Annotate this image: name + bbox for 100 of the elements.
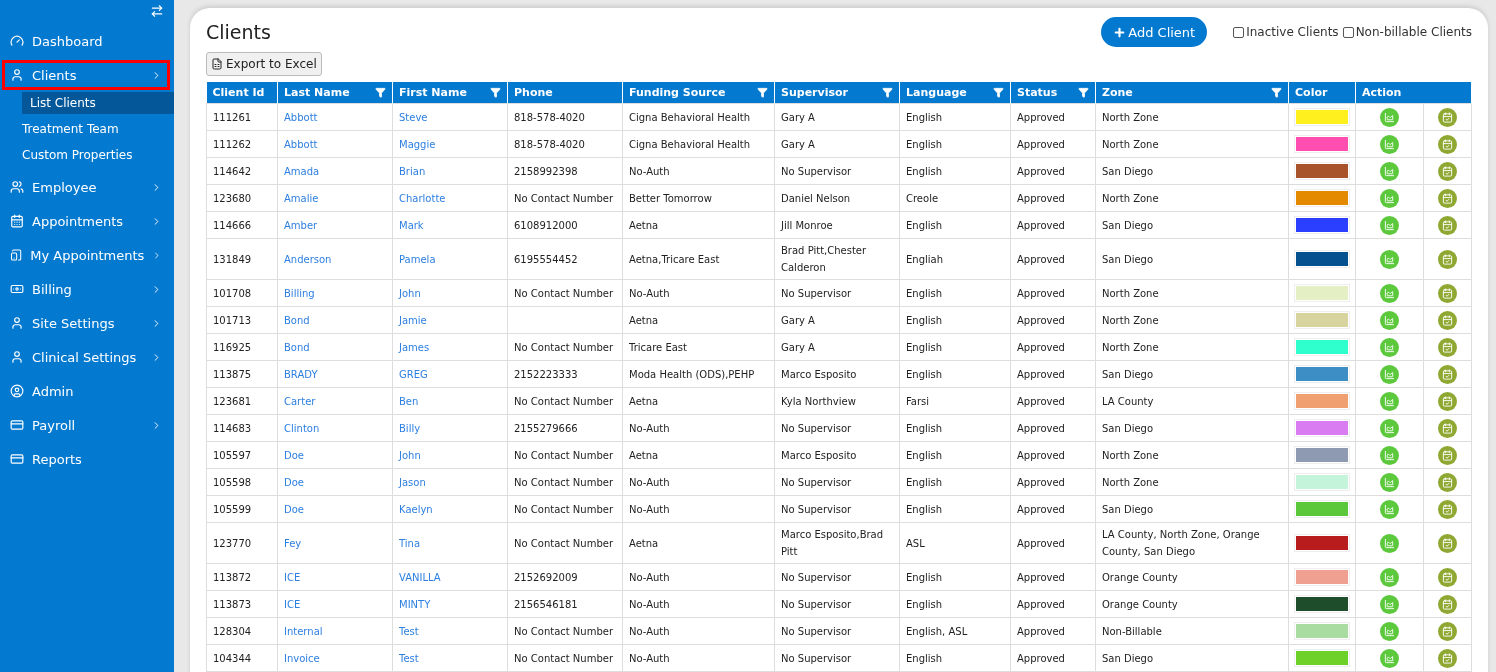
name-link[interactable]: Test <box>399 652 419 664</box>
name-link[interactable]: Ben <box>399 395 419 407</box>
sidebar-item[interactable]: Employee <box>2 172 170 202</box>
name-link[interactable]: Steve <box>399 111 428 123</box>
chart-icon[interactable] <box>1380 499 1399 519</box>
sidebar-item[interactable]: Clients <box>2 60 170 90</box>
calendar-check-icon[interactable] <box>1438 283 1457 303</box>
column-header[interactable]: Client Id <box>206 82 278 104</box>
column-header[interactable]: Supervisor <box>774 82 900 104</box>
calendar-check-icon[interactable] <box>1438 310 1457 330</box>
name-link[interactable]: Tina <box>399 537 421 549</box>
checkbox[interactable] <box>1342 26 1354 38</box>
name-link[interactable]: Brian <box>399 165 426 177</box>
calendar-check-icon[interactable] <box>1438 567 1457 587</box>
column-header[interactable]: Last Name <box>277 82 393 104</box>
chart-icon[interactable] <box>1380 472 1399 492</box>
filter-icon[interactable] <box>490 87 501 98</box>
sidebar-item[interactable]: Site Settings <box>2 308 170 338</box>
name-link[interactable]: Mark <box>399 219 424 231</box>
name-link[interactable]: Pamela <box>399 253 436 265</box>
name-link[interactable]: Billing <box>284 287 315 299</box>
chart-icon[interactable] <box>1380 283 1399 303</box>
chart-icon[interactable] <box>1380 418 1399 438</box>
calendar-check-icon[interactable] <box>1438 364 1457 384</box>
calendar-check-icon[interactable] <box>1438 107 1457 127</box>
chart-icon[interactable] <box>1380 337 1399 357</box>
calendar-check-icon[interactable] <box>1438 648 1457 668</box>
name-link[interactable]: Kaelyn <box>399 503 433 515</box>
chart-icon[interactable] <box>1380 594 1399 614</box>
name-link[interactable]: Jason <box>399 476 426 488</box>
submenu-item[interactable]: Treatment Team <box>22 118 174 140</box>
name-link[interactable]: Amada <box>284 165 320 177</box>
filter-icon[interactable] <box>375 87 386 98</box>
calendar-check-icon[interactable] <box>1438 594 1457 614</box>
name-link[interactable]: Carter <box>284 395 316 407</box>
sidebar-item[interactable]: My Appointments <box>2 240 170 270</box>
chart-icon[interactable] <box>1380 107 1399 127</box>
chart-icon[interactable] <box>1380 310 1399 330</box>
calendar-check-icon[interactable] <box>1438 533 1457 553</box>
submenu-item[interactable]: List Clients <box>22 92 174 114</box>
calendar-check-icon[interactable] <box>1438 445 1457 465</box>
chart-icon[interactable] <box>1380 188 1399 208</box>
chart-icon[interactable] <box>1380 391 1399 411</box>
chart-icon[interactable] <box>1380 648 1399 668</box>
export-button[interactable]: Export to Excel <box>206 52 322 76</box>
chart-icon[interactable] <box>1380 249 1399 269</box>
chart-icon[interactable] <box>1380 567 1399 587</box>
column-header[interactable]: Color <box>1288 82 1356 104</box>
calendar-check-icon[interactable] <box>1438 249 1457 269</box>
calendar-check-icon[interactable] <box>1438 472 1457 492</box>
calendar-check-icon[interactable] <box>1438 161 1457 181</box>
chart-icon[interactable] <box>1380 533 1399 553</box>
name-link[interactable]: Bond <box>284 341 310 353</box>
calendar-check-icon[interactable] <box>1438 337 1457 357</box>
sidebar-toggle-icon[interactable] <box>150 4 164 18</box>
sidebar-item[interactable]: Dashboard <box>2 26 170 56</box>
column-header[interactable]: Action <box>1355 82 1472 104</box>
column-header[interactable]: Phone <box>507 82 623 104</box>
column-header[interactable]: First Name <box>392 82 508 104</box>
filter-icon[interactable] <box>1271 87 1282 98</box>
checkbox[interactable] <box>1233 26 1245 38</box>
name-link[interactable]: VANILLA <box>399 571 441 583</box>
submenu-item[interactable]: Custom Properties <box>22 144 174 166</box>
name-link[interactable]: BRADY <box>284 368 318 380</box>
name-link[interactable]: Abbott <box>284 138 318 150</box>
name-link[interactable]: ICE <box>284 598 301 610</box>
filter-icon[interactable] <box>1078 87 1089 98</box>
name-link[interactable]: Charlotte <box>399 192 446 204</box>
name-link[interactable]: Invoice <box>284 652 320 664</box>
add-client-button[interactable]: Add Client <box>1101 17 1208 47</box>
chart-icon[interactable] <box>1380 134 1399 154</box>
chart-icon[interactable] <box>1380 445 1399 465</box>
filter-icon[interactable] <box>757 87 768 98</box>
calendar-check-icon[interactable] <box>1438 188 1457 208</box>
sidebar-item[interactable]: Billing <box>2 274 170 304</box>
chart-icon[interactable] <box>1380 215 1399 235</box>
name-link[interactable]: Maggie <box>399 138 436 150</box>
name-link[interactable]: Abbott <box>284 111 318 123</box>
name-link[interactable]: Doe <box>284 476 304 488</box>
name-link[interactable]: GREG <box>399 368 428 380</box>
calendar-check-icon[interactable] <box>1438 418 1457 438</box>
name-link[interactable]: Jamie <box>399 314 427 326</box>
name-link[interactable]: Amalie <box>284 192 319 204</box>
name-link[interactable]: Test <box>399 625 419 637</box>
sidebar-item[interactable]: Appointments <box>2 206 170 236</box>
name-link[interactable]: Amber <box>284 219 318 231</box>
calendar-check-icon[interactable] <box>1438 134 1457 154</box>
sidebar-item[interactable]: Payroll <box>2 410 170 440</box>
name-link[interactable]: Anderson <box>284 253 332 265</box>
name-link[interactable]: Internal <box>284 625 323 637</box>
name-link[interactable]: John <box>399 449 421 461</box>
name-link[interactable]: James <box>399 341 430 353</box>
name-link[interactable]: Doe <box>284 503 304 515</box>
name-link[interactable]: Bond <box>284 314 310 326</box>
filter-icon[interactable] <box>882 87 893 98</box>
chart-icon[interactable] <box>1380 364 1399 384</box>
sidebar-item[interactable]: Reports <box>2 444 170 474</box>
calendar-check-icon[interactable] <box>1438 499 1457 519</box>
column-header[interactable]: Status <box>1010 82 1096 104</box>
name-link[interactable]: Billy <box>399 422 421 434</box>
